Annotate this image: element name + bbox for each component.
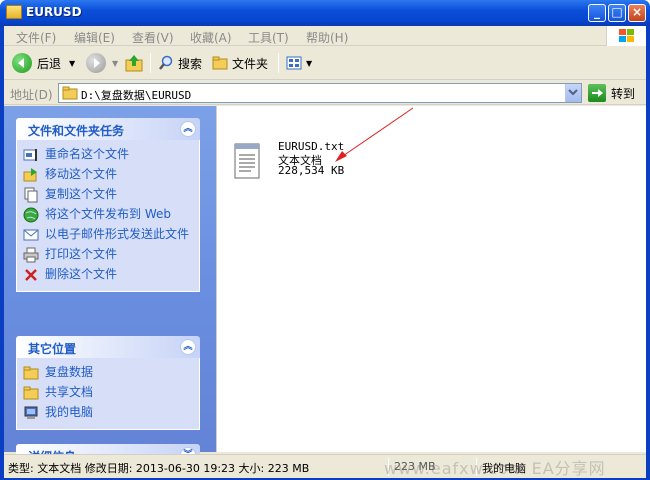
- collapse-chevron-icon[interactable]: ︽: [180, 339, 196, 355]
- status-divider: [388, 458, 389, 476]
- status-location: 我的电脑: [482, 462, 526, 475]
- task-email[interactable]: 以电子邮件形式发送此文件: [17, 225, 199, 245]
- task-rename[interactable]: 重命名这个文件: [17, 145, 199, 165]
- search-icon: [159, 55, 173, 70]
- go-button[interactable]: 转到: [588, 83, 635, 103]
- status-divider: [476, 458, 477, 476]
- status-text: 类型: 文本文档 修改日期: 2013-06-30 19:23 大小: 223 …: [8, 462, 310, 475]
- address-bar: 地址(D) D:\复盘数据\EURUSD 转到: [4, 81, 646, 105]
- folder-icon: [23, 386, 39, 400]
- close-button[interactable]: ×: [628, 4, 646, 22]
- task-label: 打印这个文件: [45, 247, 118, 261]
- folders-icon: [212, 56, 228, 70]
- annotation-arrow: [335, 107, 414, 162]
- menu-edit[interactable]: 编辑(E): [74, 29, 115, 46]
- forward-arrow-icon: [86, 53, 106, 73]
- computer-icon: [24, 406, 38, 419]
- task-move[interactable]: 移动这个文件: [17, 165, 199, 185]
- place-review-data[interactable]: 复盘数据: [17, 363, 199, 383]
- title-bar[interactable]: EURUSD _ □ ×: [0, 0, 650, 26]
- views-dropdown-icon: ▼: [306, 58, 313, 68]
- status-bar: 类型: 文本文档 修改日期: 2013-06-30 19:23 大小: 223 …: [4, 454, 646, 478]
- place-label: 共享文档: [45, 385, 94, 399]
- explorer-window: EURUSD _ □ × 文件(F) 编辑(E) 查看(V) 收藏(A) 工具(…: [0, 0, 650, 480]
- file-tasks-list: 重命名这个文件 移动这个文件 复制这个文件 将这个文件发布到 Web 以电子邮件…: [16, 140, 200, 292]
- views-icon: [286, 56, 302, 70]
- file-tasks-title: 文件和文件夹任务: [28, 124, 125, 138]
- toolbar-separator: [150, 53, 151, 73]
- menu-file[interactable]: 文件(F): [16, 29, 56, 46]
- go-label: 转到: [611, 86, 636, 101]
- views-button[interactable]: ▼: [286, 52, 312, 74]
- menu-help[interactable]: 帮助(H): [306, 29, 348, 46]
- go-arrow-icon: [588, 84, 606, 102]
- other-places-list: 复盘数据 共享文档 我的电脑: [16, 358, 200, 430]
- menu-tools[interactable]: 工具(T): [248, 29, 289, 46]
- other-places-header[interactable]: 其它位置 ︽: [16, 336, 200, 358]
- toolbar: 后退 ▼ ▼ 搜索 文件夹 ▼: [4, 47, 646, 80]
- text-file-icon[interactable]: [233, 140, 263, 180]
- task-label: 将这个文件发布到 Web: [45, 207, 171, 221]
- other-places-panel: 其它位置 ︽ 复盘数据 共享文档 我的电脑: [16, 336, 200, 430]
- search-button[interactable]: 搜索: [158, 52, 202, 74]
- place-label: 我的电脑: [45, 405, 94, 419]
- folder-icon: [23, 366, 39, 380]
- task-delete[interactable]: 删除这个文件: [17, 265, 199, 285]
- toolbar-separator: [278, 53, 279, 73]
- status-size: 223 MB: [394, 460, 436, 473]
- file-tasks-panel: 文件和文件夹任务 ︽ 重命名这个文件 移动这个文件 复制这个文件 将这个文件发布…: [16, 118, 200, 292]
- copy-icon: [24, 187, 38, 203]
- email-icon: [23, 229, 39, 241]
- other-places-title: 其它位置: [28, 342, 77, 356]
- folder-icon: [6, 5, 22, 19]
- menu-bar: 文件(F) 编辑(E) 查看(V) 收藏(A) 工具(T) 帮助(H): [4, 26, 646, 46]
- task-label: 复制这个文件: [45, 187, 118, 201]
- print-icon: [23, 247, 39, 263]
- collapse-chevron-icon[interactable]: ︽: [180, 121, 196, 137]
- task-label: 以电子邮件形式发送此文件: [45, 227, 190, 241]
- publish-web-icon: [23, 207, 39, 223]
- delete-icon: [25, 269, 37, 281]
- windows-flag-icon: [619, 29, 634, 43]
- move-icon: [23, 168, 37, 182]
- task-pane: 文件和文件夹任务 ︽ 重命名这个文件 移动这个文件 复制这个文件 将这个文件发布…: [4, 106, 216, 466]
- search-label: 搜索: [178, 56, 203, 71]
- file-list-area[interactable]: EURUSD.txt 文本文档 228,534 KB: [216, 106, 646, 452]
- menu-view[interactable]: 查看(V): [132, 29, 174, 46]
- file-tasks-header[interactable]: 文件和文件夹任务 ︽: [16, 118, 200, 140]
- task-label: 移动这个文件: [45, 167, 118, 181]
- task-publish-web[interactable]: 将这个文件发布到 Web: [17, 205, 199, 225]
- task-print[interactable]: 打印这个文件: [17, 245, 199, 265]
- address-value: D:\复盘数据\EURUSD: [81, 89, 192, 102]
- menu-favorites[interactable]: 收藏(A): [190, 29, 232, 46]
- task-label: 删除这个文件: [45, 267, 118, 281]
- maximize-button[interactable]: □: [608, 4, 626, 22]
- forward-button[interactable]: ▼: [86, 52, 118, 74]
- minimize-button[interactable]: _: [588, 4, 606, 22]
- folders-button[interactable]: 文件夹: [212, 52, 268, 74]
- place-my-computer[interactable]: 我的电脑: [17, 403, 199, 423]
- window-title: EURUSD: [26, 5, 82, 19]
- up-folder-button[interactable]: [124, 52, 144, 74]
- back-label: 后退: [37, 56, 62, 71]
- address-label: 地址(D): [10, 88, 53, 102]
- place-label: 复盘数据: [45, 365, 94, 379]
- place-shared-docs[interactable]: 共享文档: [17, 383, 199, 403]
- rename-icon: [23, 149, 37, 161]
- folder-icon: [62, 86, 78, 100]
- task-label: 重命名这个文件: [45, 147, 130, 161]
- up-folder-icon: [125, 55, 143, 72]
- task-copy[interactable]: 复制这个文件: [17, 185, 199, 205]
- folders-label: 文件夹: [232, 56, 269, 71]
- forward-dropdown-icon[interactable]: ▼: [112, 59, 118, 68]
- windows-logo: [606, 26, 646, 46]
- address-dropdown-icon[interactable]: [565, 84, 581, 102]
- back-button[interactable]: 后退 ▼: [12, 52, 75, 74]
- back-arrow-icon: [12, 53, 32, 73]
- back-dropdown-icon[interactable]: ▼: [69, 59, 75, 68]
- address-input[interactable]: D:\复盘数据\EURUSD: [58, 83, 582, 103]
- window-client: 文件(F) 编辑(E) 查看(V) 收藏(A) 工具(T) 帮助(H) 后退 ▼…: [4, 26, 646, 478]
